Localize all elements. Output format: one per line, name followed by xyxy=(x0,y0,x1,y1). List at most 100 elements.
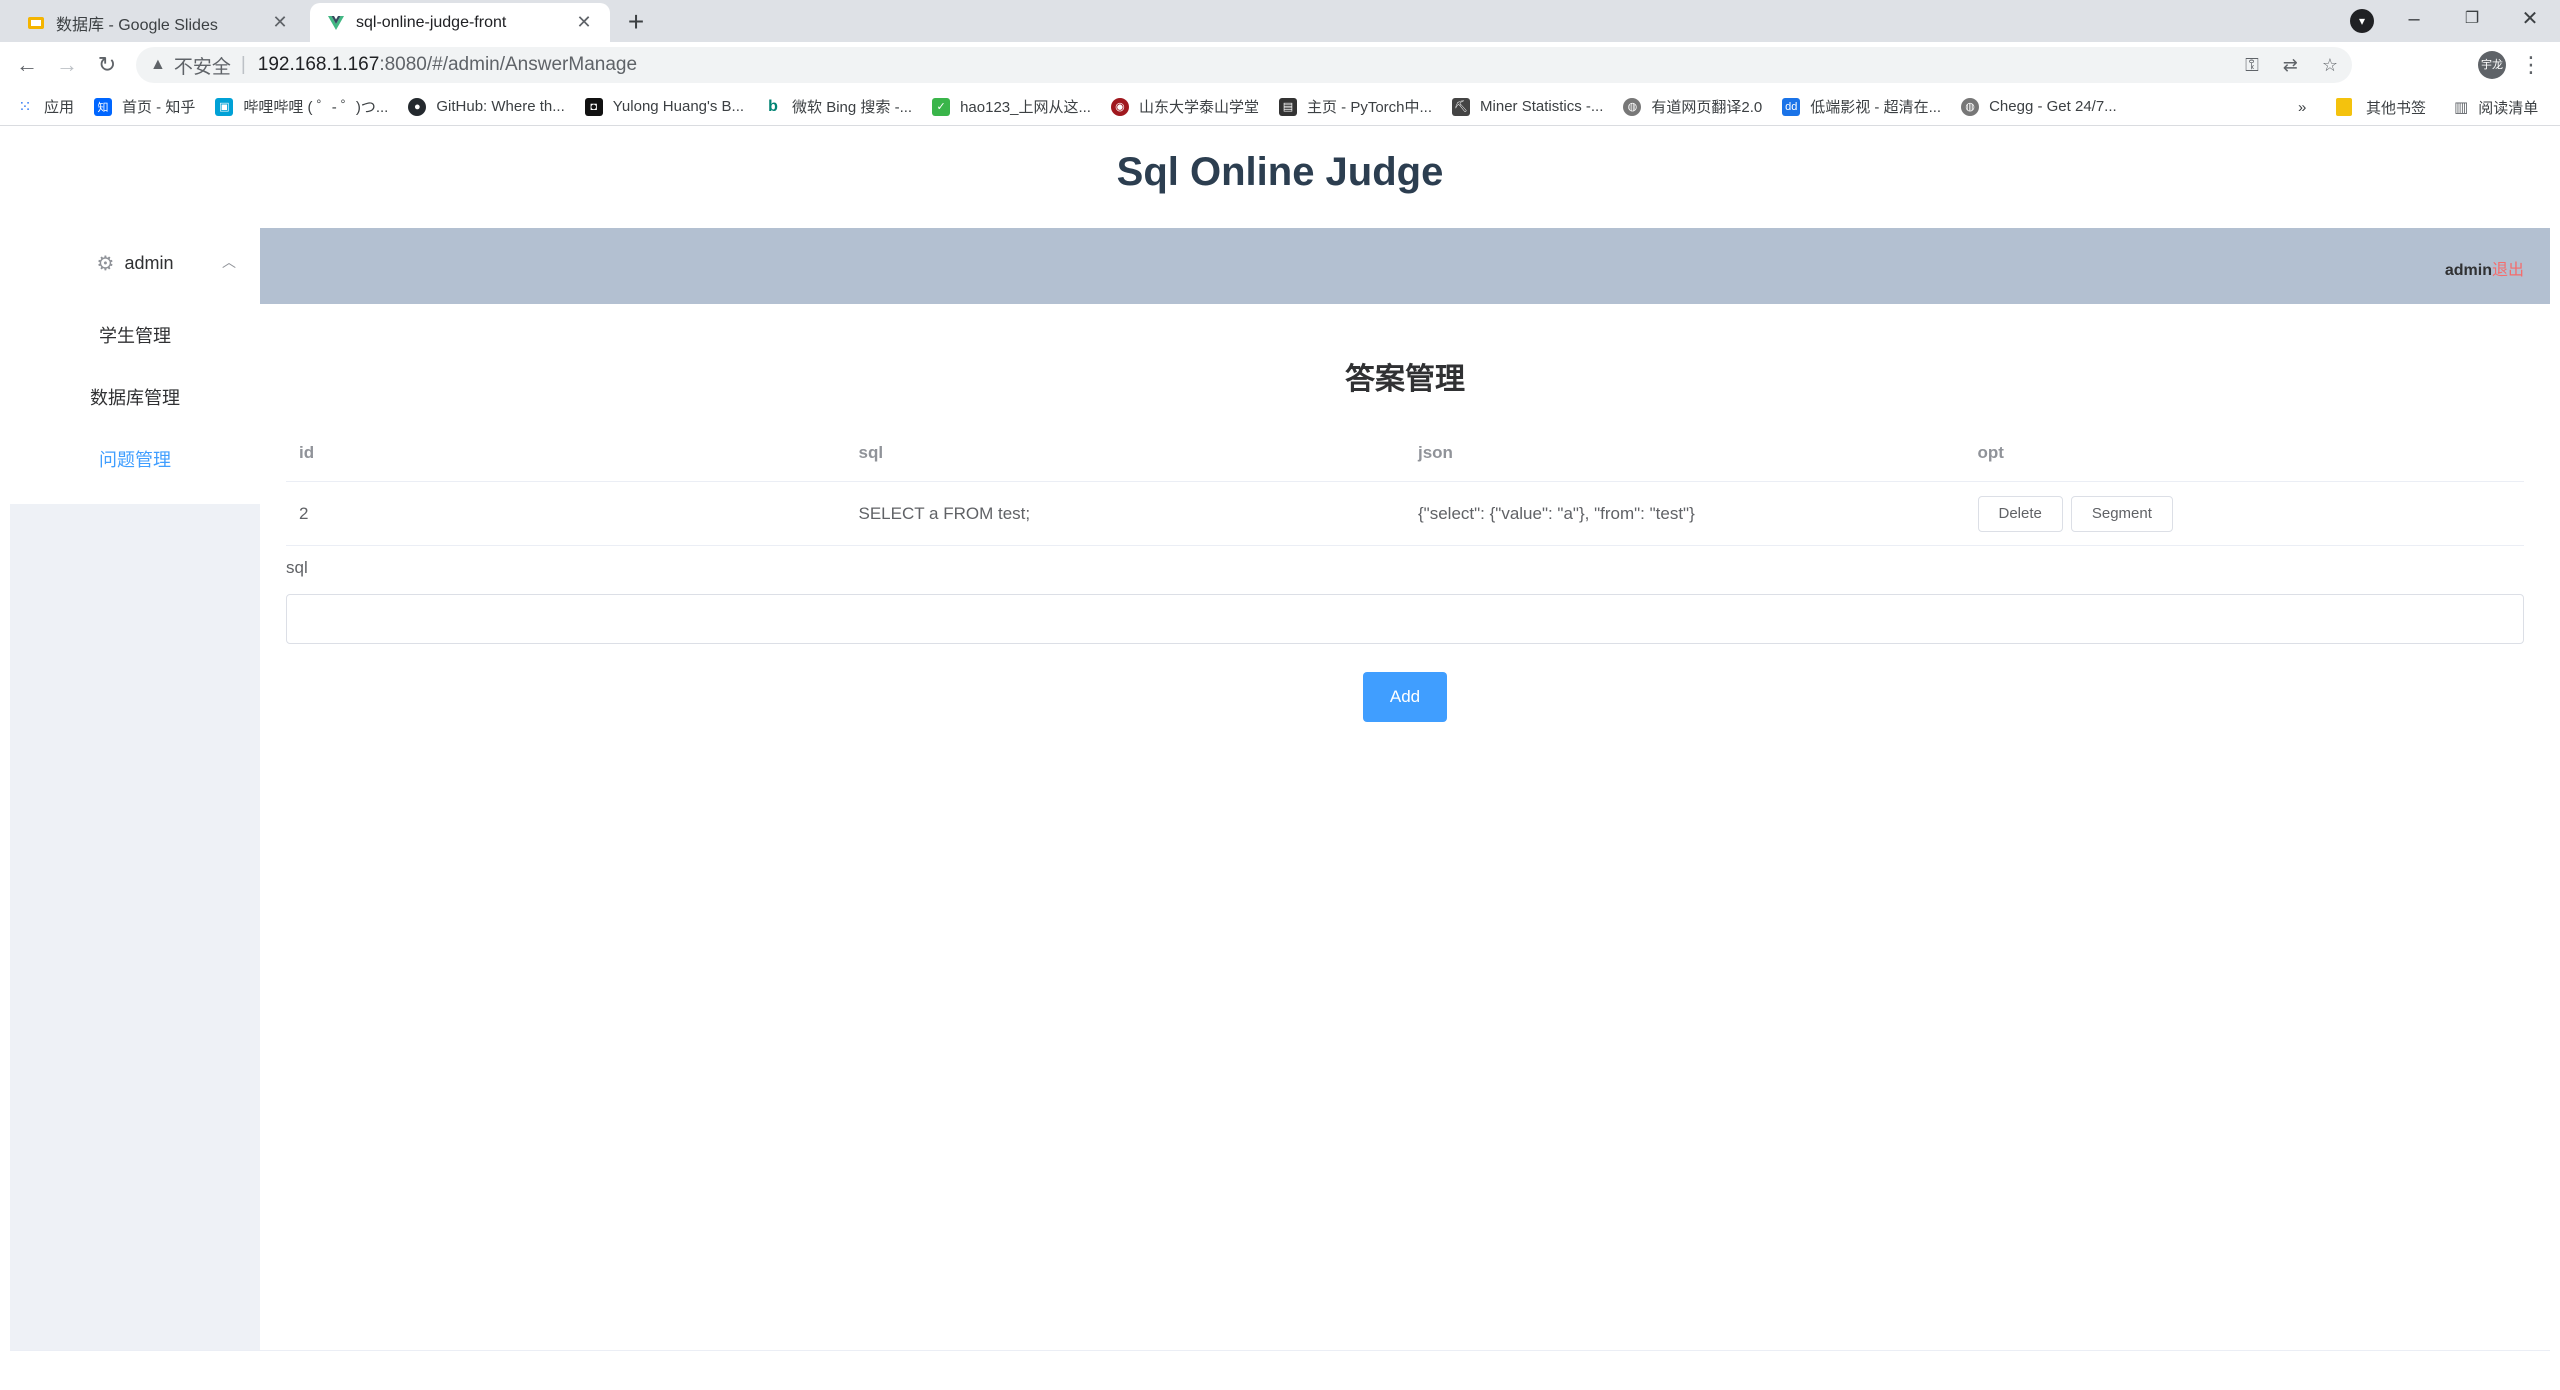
bookmark-item[interactable]: ◍ 有道网页翻译2.0 xyxy=(1623,96,1762,117)
delete-button[interactable]: Delete xyxy=(1977,495,2063,532)
browser-toolbar: ← → ↻ ▲ 不安全 | 192.168.1.167 :8080/#/admi… xyxy=(0,42,2560,88)
column-header-id: id xyxy=(299,442,315,462)
page-bottom-divider xyxy=(10,1350,2550,1351)
bookmarks-overflow-button[interactable]: » xyxy=(2298,88,2306,126)
cell-json: {"select": {"value": "a"}, "from": "test… xyxy=(1418,503,1695,523)
bookmark-item[interactable]: ⛏ Miner Statistics -... xyxy=(1452,97,1603,116)
bookmark-label: 哔哩哔哩 ( ゜- ゜)つ... xyxy=(243,99,389,116)
new-tab-button[interactable]: + xyxy=(620,7,652,39)
bookmark-item[interactable]: ◍ Chegg - Get 24/7... xyxy=(1961,97,2117,116)
close-tab-icon[interactable]: ✕ xyxy=(270,12,290,33)
apps-grid-icon: ⁙ xyxy=(18,98,32,116)
bookmark-item[interactable]: ▣ 哔哩哔哩 ( ゜- ゜)つ... xyxy=(215,96,388,117)
reading-list-icon: ▥ xyxy=(2454,99,2469,116)
back-icon[interactable]: ← xyxy=(12,50,42,80)
add-button[interactable]: Add xyxy=(1363,672,1447,722)
section-title: 答案管理 xyxy=(1345,363,1465,396)
table-row: 2 SELECT a FROM test; {"select": {"value… xyxy=(286,482,2524,546)
chevron-up-icon: ︿ xyxy=(222,254,236,270)
security-label: 不安全 xyxy=(173,56,231,78)
bookmark-label: GitHub: Where th... xyxy=(436,98,565,115)
star-icon[interactable]: ☆ xyxy=(2322,55,2338,76)
bookmark-item[interactable]: ◘ Yulong Huang's B... xyxy=(584,97,745,116)
reading-list[interactable]: ▥ 阅读清单 xyxy=(2454,88,2538,126)
top-header: admin退出 xyxy=(260,228,2550,304)
address-bar[interactable]: ▲ 不安全 | 192.168.1.167 :8080/#/admin/Answ… xyxy=(136,47,2352,83)
bookmark-label: 首页 - 知乎 xyxy=(122,99,196,116)
column-header-json: json xyxy=(1418,442,1453,462)
bookmark-item[interactable]: ⁙ 应用 xyxy=(16,96,74,117)
address-separator: | xyxy=(240,54,246,75)
sql-input[interactable] xyxy=(286,594,2524,644)
github-icon: ● xyxy=(408,97,427,116)
bookmark-item[interactable]: ◉ 山东大学泰山学堂 xyxy=(1110,96,1259,117)
close-window-button[interactable]: ✕ xyxy=(2502,0,2558,42)
tab-strip: 数据库 - Google Slides ✕ sql-online-judge-f… xyxy=(0,0,2560,42)
warning-icon: ▲ xyxy=(150,56,166,73)
url-path: :8080/#/admin/AnswerManage xyxy=(379,54,638,75)
tab-sql-online-judge[interactable]: sql-online-judge-front ✕ xyxy=(310,3,610,42)
globe-icon: ◍ xyxy=(1623,97,1642,116)
sidebar-item-question[interactable]: 问题管理 xyxy=(10,432,260,488)
bookmark-item[interactable]: ✓ hao123_上网从这... xyxy=(932,96,1091,117)
sidebar-item-student[interactable]: 学生管理 xyxy=(10,308,260,364)
bookmark-item[interactable]: 知 首页 - 知乎 xyxy=(94,96,195,117)
ddys-icon: dd xyxy=(1782,97,1801,116)
bookmark-label: 微软 Bing 搜索 -... xyxy=(792,99,913,116)
reload-icon[interactable]: ↻ xyxy=(92,50,122,80)
header-username: admin xyxy=(2444,262,2492,279)
bookmark-item[interactable]: dd 低端影视 - 超清在... xyxy=(1782,96,1941,117)
close-tab-icon[interactable]: ✕ xyxy=(574,12,594,33)
sidebar-user-label: admin xyxy=(124,252,174,273)
answers-table: id sql json opt 2 SELECT a FROM test; {"… xyxy=(286,424,2524,546)
bookmark-label: hao123_上网从这... xyxy=(960,99,1091,116)
other-bookmarks[interactable]: 其他书签 xyxy=(2336,88,2426,126)
url-host: 192.168.1.167 xyxy=(257,54,380,75)
cell-opt: Delete Segment xyxy=(1965,495,2525,532)
slides-icon xyxy=(26,13,46,33)
pytorch-icon: ▤ xyxy=(1279,97,1297,116)
bookmark-label: 应用 xyxy=(44,99,75,116)
restore-button[interactable]: ❐ xyxy=(2444,0,2500,42)
bookmark-label: Chegg - Get 24/7... xyxy=(1989,98,2117,115)
bookmark-label: 有道网页翻译2.0 xyxy=(1651,99,1763,116)
reading-list-label: 阅读清单 xyxy=(2478,99,2539,117)
gear-icon: ⚙ xyxy=(96,252,115,275)
table-header: id sql json opt xyxy=(286,424,2524,482)
sidebar-item-database[interactable]: 数据库管理 xyxy=(10,370,260,426)
bookmark-label: 主页 - PyTorch中... xyxy=(1307,99,1433,116)
tab-title: 数据库 - Google Slides xyxy=(56,16,218,34)
sidebar-submenu-admin[interactable]: ⚙ admin ︿ xyxy=(10,228,260,298)
minimize-button[interactable]: – xyxy=(2386,0,2442,42)
bookmark-item[interactable]: ▤ 主页 - PyTorch中... xyxy=(1279,96,1432,117)
column-header-sql: sql xyxy=(858,442,884,462)
vue-icon xyxy=(326,13,346,33)
globe-icon: ◍ xyxy=(1961,97,1980,116)
translate-icon[interactable]: ⇄ xyxy=(2283,55,2298,76)
app-title: Sql Online Judge xyxy=(1116,150,1444,194)
tab-google-slides[interactable]: 数据库 - Google Slides ✕ xyxy=(10,3,306,42)
folder-icon xyxy=(2336,98,2352,116)
zhihu-icon: 知 xyxy=(94,97,113,116)
bilibili-icon: ▣ xyxy=(215,97,234,116)
blog-icon: ◘ xyxy=(584,97,603,116)
sidebar: ⚙ admin ︿ 学生管理 数据库管理 问题管理 xyxy=(10,228,260,1350)
column-header-opt: opt xyxy=(1977,442,2004,462)
bookmark-item[interactable]: b 微软 Bing 搜索 -... xyxy=(764,96,912,117)
segment-button[interactable]: Segment xyxy=(2070,495,2173,532)
profile-avatar[interactable]: 宇龙 xyxy=(2478,51,2506,79)
sidebar-menu: ⚙ admin ︿ 学生管理 数据库管理 问题管理 xyxy=(10,228,260,504)
cell-sql: SELECT a FROM test; xyxy=(858,503,1031,523)
tab-search-icon[interactable]: ▾ xyxy=(2350,9,2374,33)
bookmark-item[interactable]: ● GitHub: Where th... xyxy=(408,97,565,116)
bookmark-label: Yulong Huang's B... xyxy=(612,98,745,115)
tab-title: sql-online-judge-front xyxy=(356,13,507,31)
logout-link[interactable]: 退出 xyxy=(2492,262,2524,279)
forward-icon[interactable]: → xyxy=(52,50,82,80)
key-icon[interactable]: ⚿ xyxy=(2245,55,2259,76)
bookmarks-bar: ⁙ 应用 知 首页 - 知乎 ▣ 哔哩哔哩 ( ゜- ゜)つ... ● GitH… xyxy=(0,88,2560,126)
sdu-icon: ◉ xyxy=(1110,97,1129,116)
hao123-icon: ✓ xyxy=(932,97,951,116)
user-box: admin退出 xyxy=(2445,256,2524,280)
menu-kebab-icon[interactable]: ⋮ xyxy=(2516,50,2546,80)
